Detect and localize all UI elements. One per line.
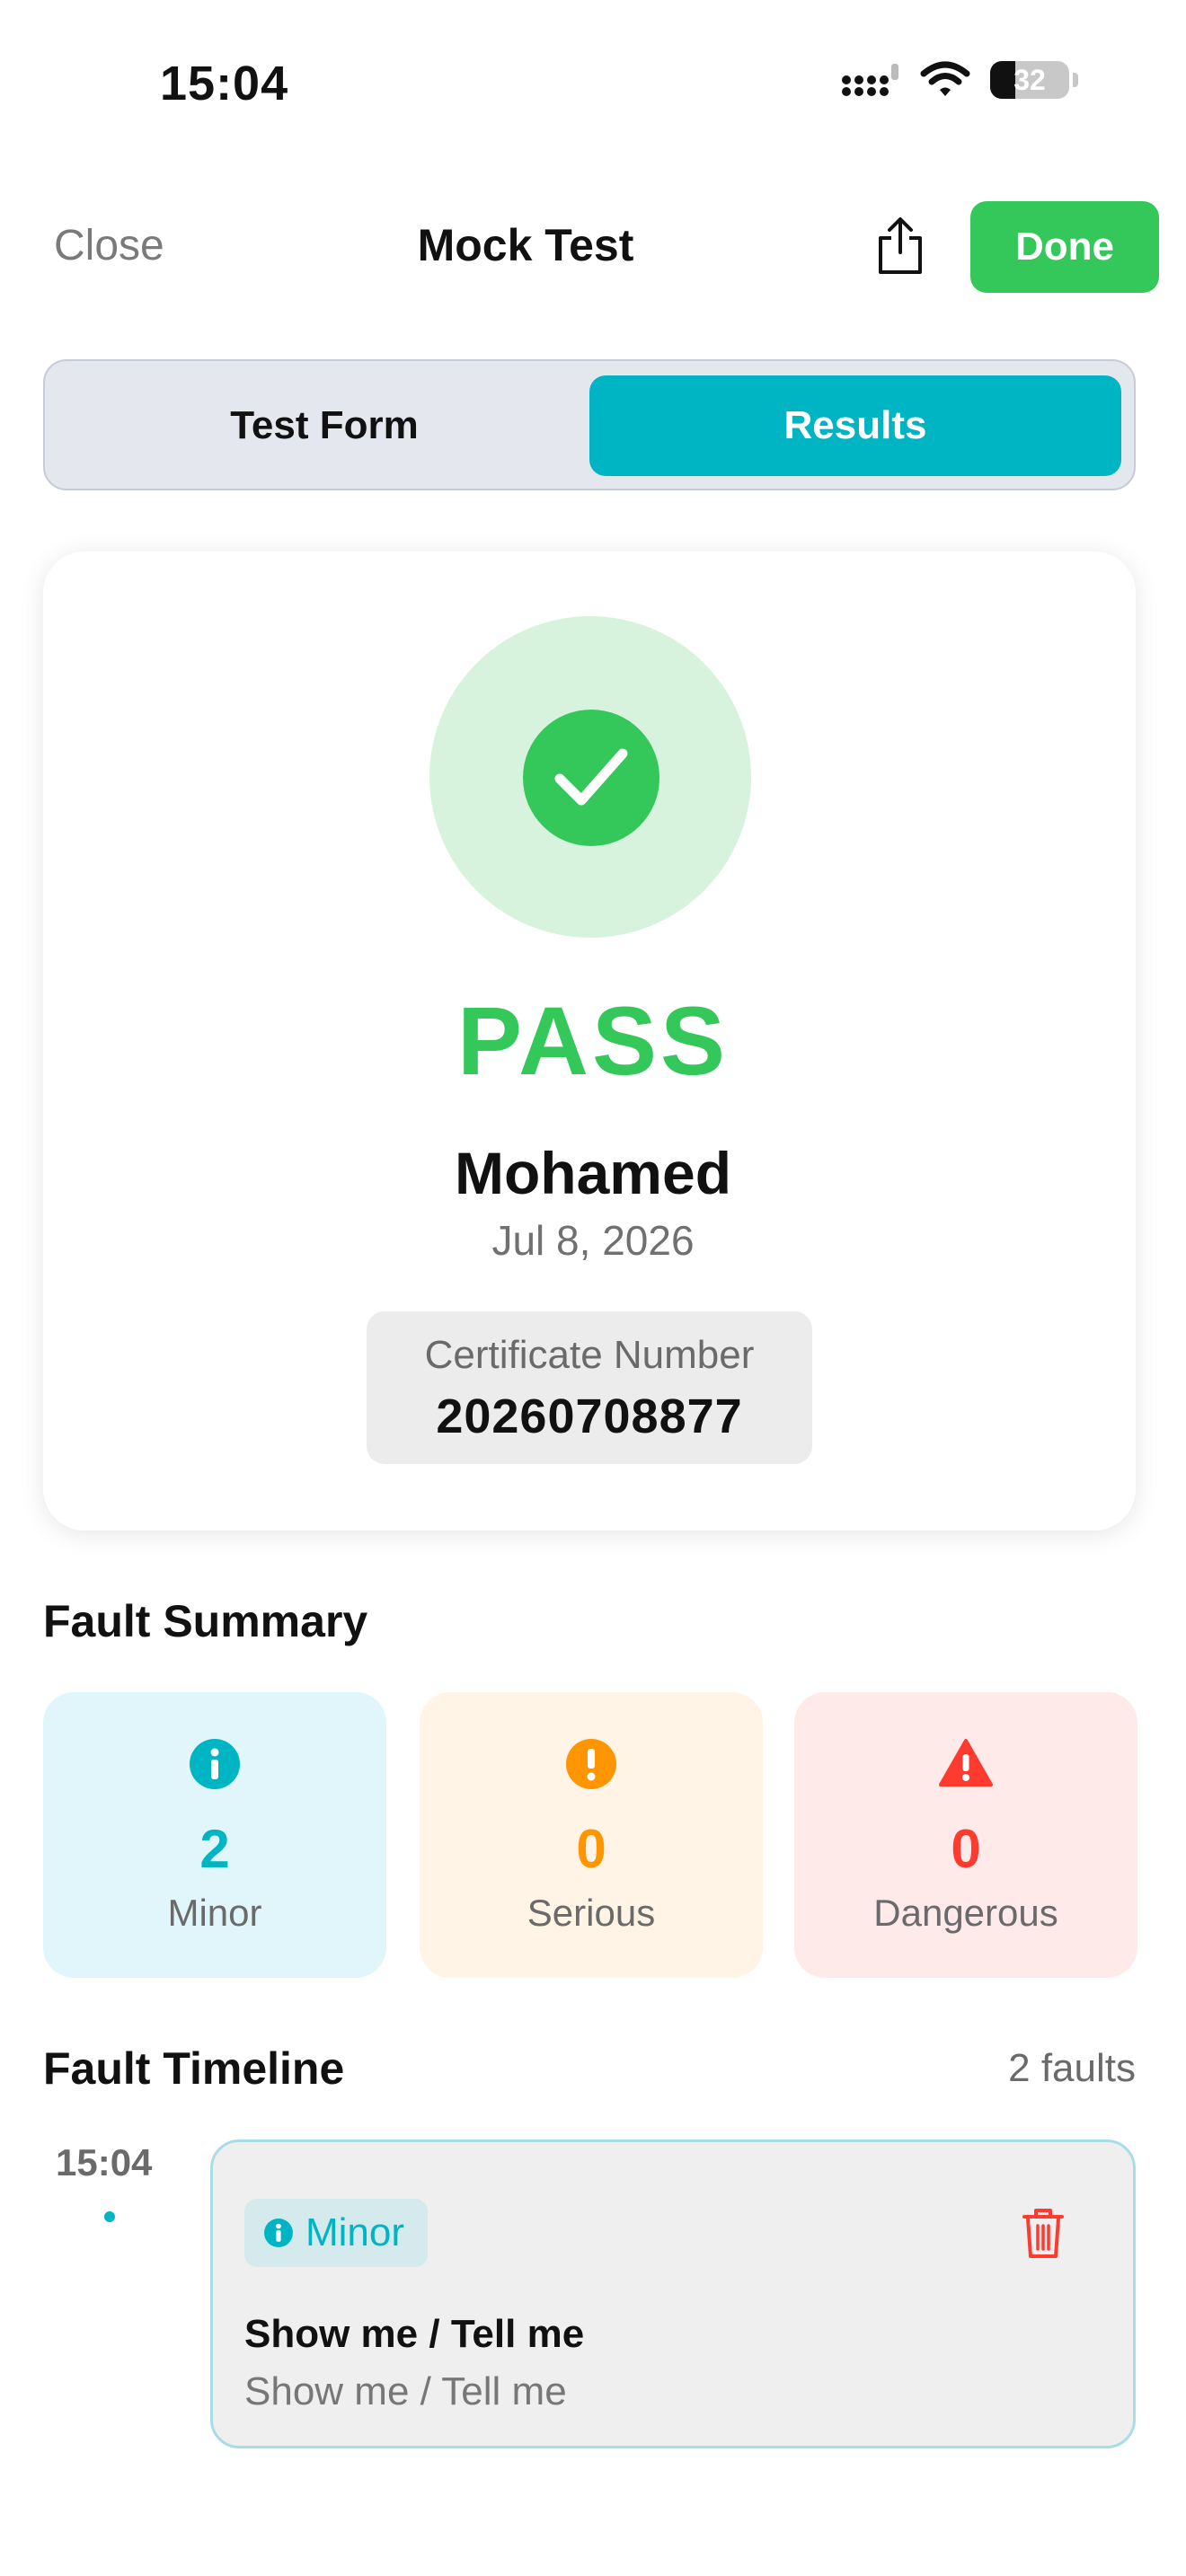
fault-timeline-title: Fault Timeline bbox=[43, 2043, 345, 2094]
info-icon bbox=[264, 2219, 293, 2247]
fault-summary-serious: 0 Serious bbox=[420, 1692, 763, 1978]
checkmark-icon bbox=[523, 710, 659, 846]
segmented-control: Test Form Results bbox=[43, 359, 1136, 490]
timeline-time: 15:04 bbox=[56, 2141, 153, 2183]
dangerous-count: 0 bbox=[951, 1819, 981, 1879]
delete-fault-button[interactable] bbox=[1019, 2204, 1067, 2262]
fault-subtitle: Show me / Tell me bbox=[244, 2369, 567, 2413]
serious-count: 0 bbox=[576, 1819, 606, 1879]
tab-test-form[interactable]: Test Form bbox=[59, 375, 589, 476]
timeline-dot bbox=[104, 2211, 115, 2222]
battery-icon: 32 bbox=[990, 61, 1069, 99]
minor-count: 2 bbox=[199, 1819, 230, 1879]
minor-label: Minor bbox=[167, 1892, 262, 1934]
fault-title: Show me / Tell me bbox=[244, 2312, 585, 2356]
candidate-name: Mohamed bbox=[454, 1140, 732, 1206]
battery-tip bbox=[1073, 73, 1078, 87]
trash-icon bbox=[1022, 2209, 1064, 2258]
fault-summary-title: Fault Summary bbox=[43, 1596, 368, 1646]
share-button[interactable] bbox=[872, 214, 929, 278]
certificate-label: Certificate Number bbox=[424, 1333, 755, 1377]
info-icon bbox=[190, 1739, 240, 1789]
cellular-signal-icon bbox=[842, 64, 898, 96]
fault-summary-dangerous: 0 Dangerous bbox=[794, 1692, 1137, 1978]
result-status: PASS bbox=[456, 986, 730, 1095]
severity-label: Minor bbox=[305, 2210, 405, 2254]
dangerous-label: Dangerous bbox=[873, 1892, 1058, 1934]
status-time: 15:04 bbox=[160, 57, 289, 110]
share-icon bbox=[879, 217, 922, 274]
certificate-number: 20260708877 bbox=[436, 1389, 743, 1443]
exclamation-icon bbox=[566, 1739, 616, 1789]
battery-level: 32 bbox=[1013, 63, 1046, 96]
fault-count: 2 faults bbox=[1008, 2046, 1136, 2090]
serious-label: Serious bbox=[527, 1892, 656, 1934]
severity-badge: Minor bbox=[244, 2199, 429, 2267]
warning-triangle-icon bbox=[939, 1739, 993, 1786]
fault-summary-minor: 2 Minor bbox=[43, 1692, 386, 1978]
test-date: Jul 8, 2026 bbox=[491, 1217, 695, 1264]
status-icons: 32 bbox=[841, 61, 1078, 99]
tab-results[interactable]: Results bbox=[589, 375, 1121, 476]
done-button[interactable]: Done bbox=[970, 201, 1159, 293]
wifi-icon bbox=[920, 61, 970, 96]
